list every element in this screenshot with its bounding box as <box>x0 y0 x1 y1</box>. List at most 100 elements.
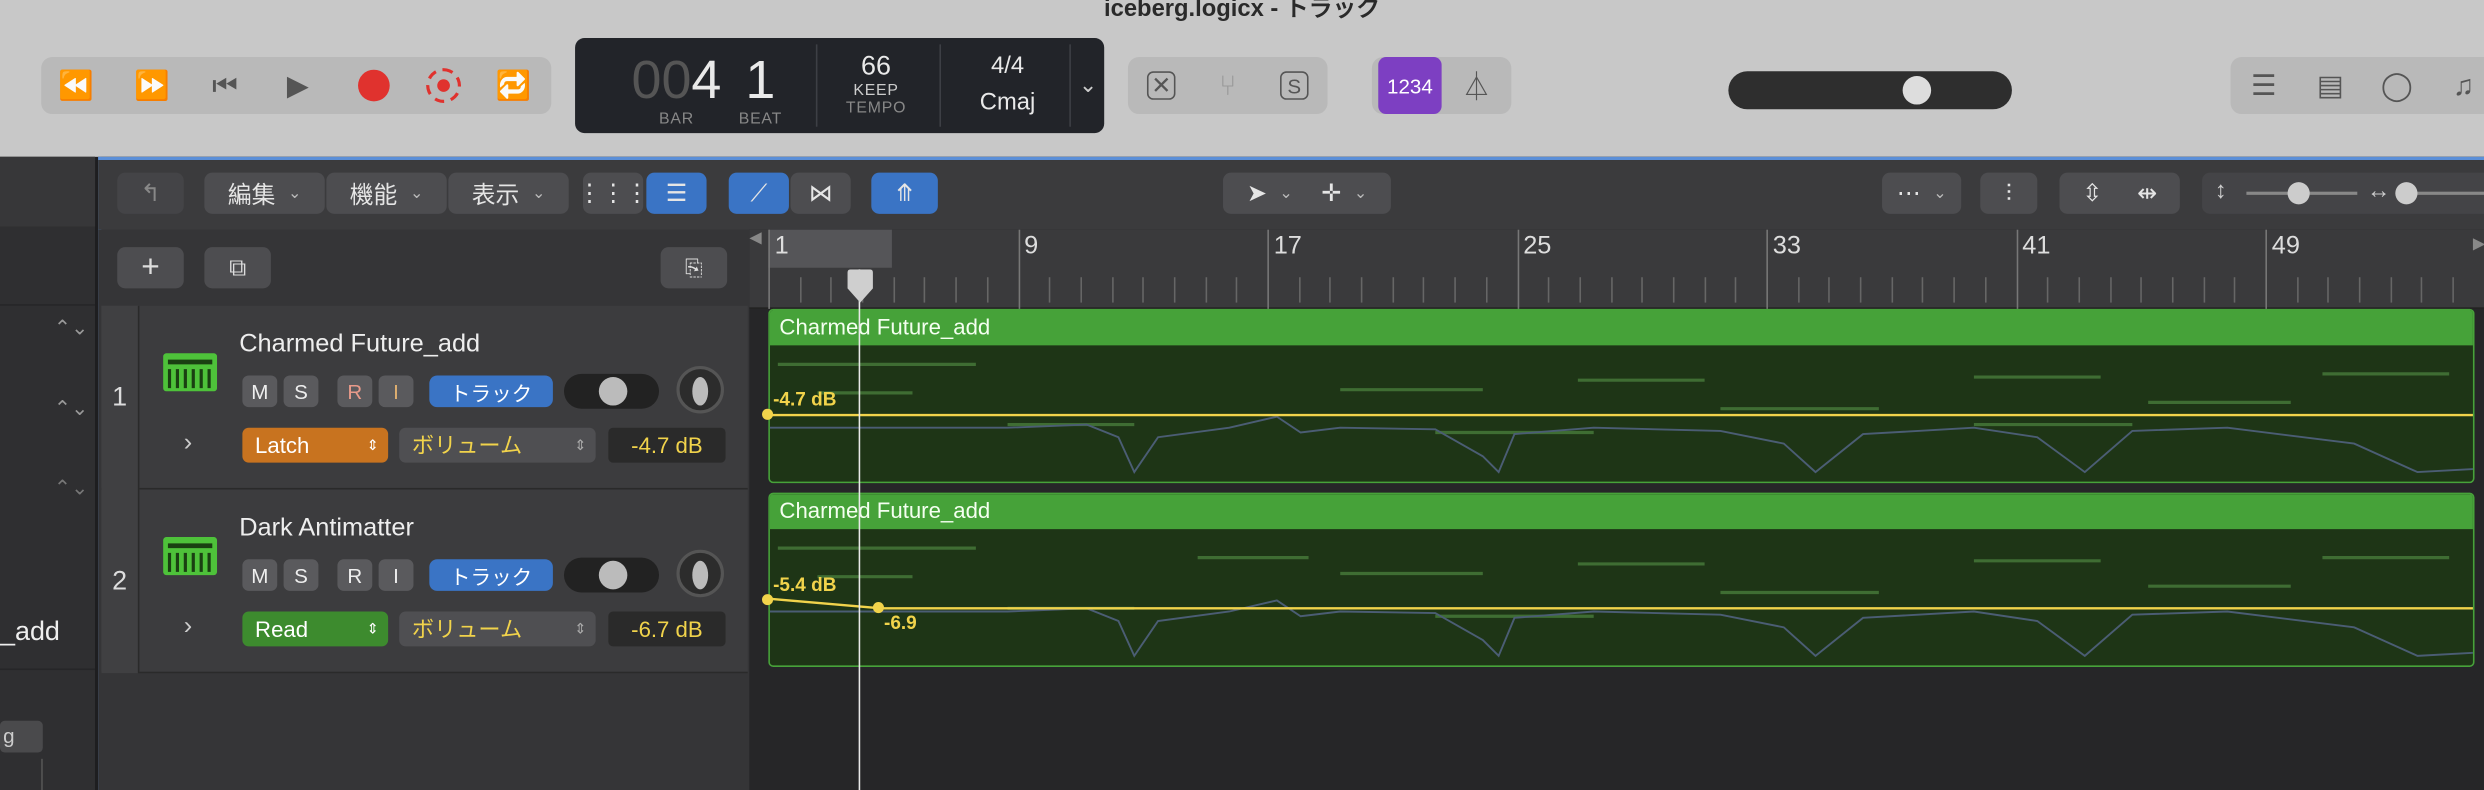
automation-point[interactable] <box>762 594 774 606</box>
tuning-fork-icon: ⑂ <box>1219 68 1237 101</box>
master-volume-thumb[interactable] <box>1902 76 1932 105</box>
beat-position[interactable]: 1 BEAT <box>733 38 787 133</box>
ruler-minor-tick <box>1922 277 1924 303</box>
expand-chevron-icon[interactable]: › <box>184 613 192 642</box>
automation-value-field[interactable]: -6.7 dB <box>608 611 726 647</box>
ruler-minor-tick <box>1579 277 1581 303</box>
lcd-display[interactable]: 004 BAR 1 BEAT 66 KEEP TEMPO 4/4 Cmaj ⌄ <box>575 38 1105 134</box>
back-button[interactable]: ↰ <box>117 172 184 214</box>
automation-button[interactable]: ⟋ <box>728 172 789 214</box>
solo-button[interactable]: S <box>283 375 319 408</box>
midi-region[interactable]: Charmed Future_add -4.7 dB <box>768 308 2475 484</box>
chevron-down-icon: ⌄ <box>410 184 424 202</box>
chevron-down-icon: ⌄ <box>1933 184 1947 202</box>
low-latency-button[interactable]: ✕ <box>1128 57 1195 114</box>
duplicate-track-button[interactable]: ⧉ <box>204 247 271 289</box>
mute-button[interactable]: M <box>242 559 278 591</box>
ruler-minor-tick <box>1891 277 1893 303</box>
key-signature: Cmaj <box>979 88 1036 116</box>
chevron-down-icon: ⌄ <box>531 184 546 202</box>
ruler-minor-tick <box>986 277 989 303</box>
list-editors-button[interactable]: ☰ <box>2231 57 2298 114</box>
automation-mode-select[interactable]: Latch ⇕ <box>242 427 389 463</box>
play-button[interactable]: ▶ <box>263 57 333 114</box>
automation-point[interactable] <box>762 408 774 420</box>
waveform-zoom-button[interactable]: ⫶ <box>1980 172 2038 214</box>
mute-button[interactable]: M <box>242 375 278 408</box>
solo-button[interactable]: S <box>283 559 319 591</box>
input-monitor-button[interactable]: I <box>378 559 414 591</box>
go-to-beginning-button[interactable]: ⏮ <box>190 57 260 114</box>
notepad-button[interactable]: ▤ <box>2297 57 2364 114</box>
bar-position[interactable]: 004 BAR <box>604 38 750 133</box>
inspector-button[interactable]: g <box>0 720 43 753</box>
pointer-tool-menu[interactable]: ➤ ⌄ ✛ ⌄ <box>1223 172 1391 214</box>
region-midi-notes <box>769 362 2473 475</box>
signature-key-display[interactable]: 4/4 Cmaj <box>952 38 1063 133</box>
track-name[interactable]: Charmed Future_add <box>239 331 480 360</box>
ruler-bar-number: 25 <box>1523 232 1552 260</box>
track-name[interactable]: Dark Antimatter <box>239 515 414 544</box>
loop-browser-button[interactable]: ◯ <box>2364 57 2431 114</box>
browser-button[interactable]: ♫ <box>2430 57 2484 114</box>
expand-chevron-icon[interactable]: › <box>184 429 192 458</box>
loop-icon: ◯ <box>2380 68 2413 101</box>
function-menu[interactable]: 機能 ⌄ <box>326 172 447 214</box>
track-on-off-toggle[interactable] <box>563 557 660 593</box>
inspector-stepper-icon[interactable]: ⌃⌄ <box>54 315 89 340</box>
fast-forward-button[interactable]: ⏩ <box>117 57 187 114</box>
add-track-button[interactable]: + <box>117 247 184 289</box>
flex-button[interactable]: ⋈ <box>790 172 851 214</box>
solo-button[interactable]: S <box>1261 57 1328 114</box>
view-menu[interactable]: 表示 ⌄ <box>448 172 569 214</box>
record-enable-button[interactable]: R <box>337 559 373 591</box>
ruler-minor-tick <box>1173 277 1176 303</box>
replace-record-button[interactable] <box>409 57 479 114</box>
ruler-minor-tick <box>2358 277 2361 303</box>
automation-mode-select[interactable]: Read ⇕ <box>242 611 389 647</box>
rewind-button[interactable]: ⏪ <box>41 57 111 114</box>
automation-value-field[interactable]: -4.7 dB <box>608 427 726 463</box>
track-button[interactable]: トラック <box>429 559 553 591</box>
ruler-major-tick <box>1516 229 1519 309</box>
playhead-handle[interactable] <box>846 269 875 304</box>
fit-buttons[interactable]: ⇳ ⇹ <box>2059 172 2180 214</box>
record-enable-button[interactable]: R <box>337 375 373 408</box>
inspector-stepper-icon[interactable]: ⌃⌄ <box>54 475 89 500</box>
cycle-button[interactable]: 🔁 <box>478 57 548 114</box>
automation-point[interactable] <box>872 601 884 614</box>
master-volume-slider[interactable] <box>1728 71 2012 110</box>
track-button[interactable]: トラック <box>429 375 553 408</box>
horizontal-zoom-thumb[interactable] <box>2395 182 2418 205</box>
record-button[interactable] <box>339 57 409 114</box>
list-view-button[interactable]: ☰ <box>646 172 707 214</box>
midi-region[interactable]: Charmed Future_add -5.4 dB -6.9 <box>768 492 2475 667</box>
automation-parameter-select[interactable]: ボリューム ⇕ <box>399 611 596 647</box>
vertical-zoom-thumb[interactable] <box>2287 182 2310 205</box>
tuner-button[interactable]: ⑂ <box>1194 57 1261 114</box>
input-monitor-button[interactable]: I <box>378 375 414 408</box>
import-button[interactable]: ⎘ <box>660 247 728 289</box>
edit-menu[interactable]: 編集 ⌄ <box>204 172 325 214</box>
track-on-off-toggle[interactable] <box>563 373 660 409</box>
list-icon: ☰ <box>2251 68 2277 101</box>
automation-db-label: -5.4 dB <box>773 573 837 596</box>
fast-forward-icon: ⏩ <box>134 68 170 101</box>
pan-knob[interactable] <box>676 549 724 598</box>
tempo-display[interactable]: 66 KEEP TEMPO <box>825 38 926 133</box>
count-in-button[interactable]: 1234 <box>1378 57 1442 115</box>
track-header-1[interactable]: 1 Charmed Future_add M S R I トラック › Latc… <box>101 305 748 490</box>
catch-button[interactable]: ⤊ <box>871 172 938 214</box>
automation-parameter-select[interactable]: ボリューム ⇕ <box>399 427 596 463</box>
bar-ruler[interactable]: ◀ 1 9 17 25 33 41 49 ▶ <box>749 229 2484 309</box>
pan-knob[interactable] <box>676 365 724 414</box>
inspector-stepper-icon[interactable]: ⌃⌄ <box>54 396 89 421</box>
ruler-minor-tick <box>1204 277 1207 303</box>
metronome-button[interactable]: ⏃ <box>1442 57 1512 114</box>
grid-view-button[interactable]: ⋮⋮⋮ <box>577 172 649 214</box>
playhead-line[interactable] <box>858 269 861 790</box>
track-header-2[interactable]: 2 Dark Antimatter M S R I トラック › Read ⇕ ボ… <box>101 489 748 674</box>
lcd-chevron-icon[interactable]: ⌄ <box>1079 71 1098 98</box>
stepper-icon: ⇕ <box>574 620 587 637</box>
more-options-menu[interactable]: ⋯ ⌄ <box>1882 172 1962 214</box>
